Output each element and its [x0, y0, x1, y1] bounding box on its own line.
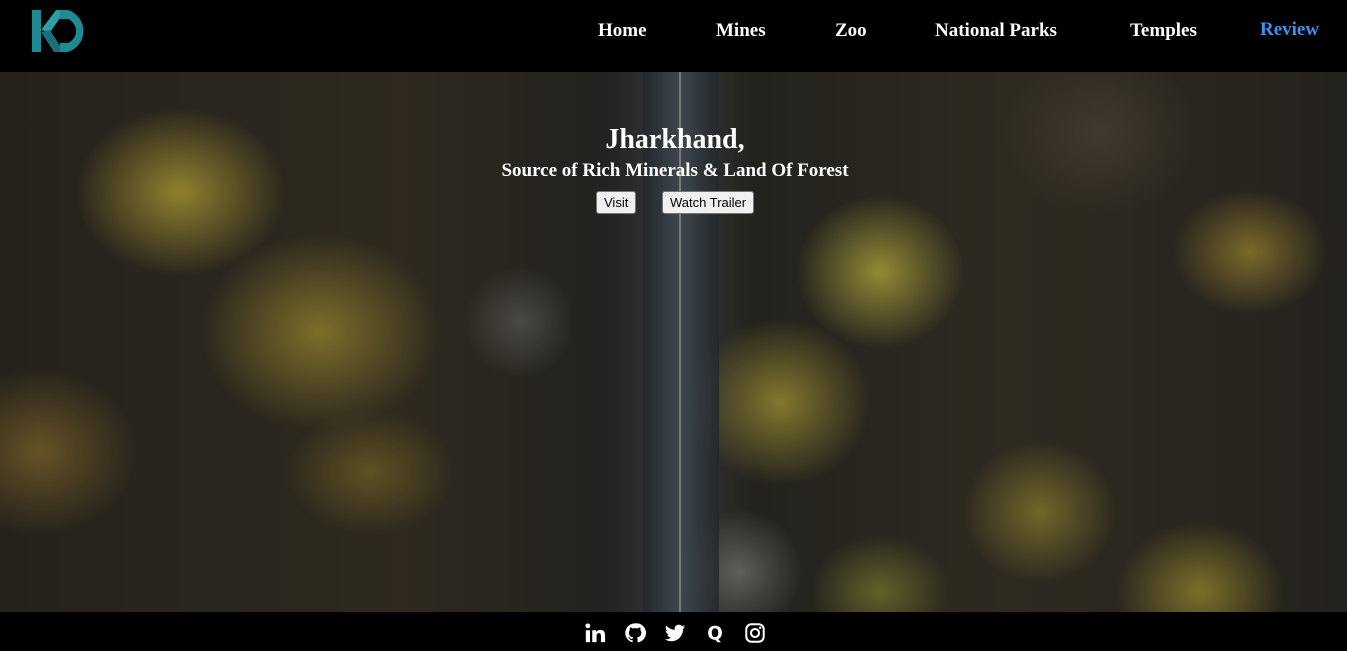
instagram-icon[interactable] [744, 622, 766, 644]
quora-icon[interactable]: Q [704, 622, 726, 644]
nav-home[interactable]: Home [598, 20, 647, 42]
kd-logo-icon[interactable] [30, 8, 92, 54]
nav-temples[interactable]: Temples [1130, 20, 1197, 42]
hero-section: Jharkhand, Source of Rich Minerals & Lan… [0, 72, 1347, 612]
nav-review[interactable]: Review [1260, 19, 1319, 41]
footer: Q [0, 612, 1347, 651]
watch-trailer-button[interactable]: Watch Trailer [662, 191, 755, 214]
top-navigation-bar: Home Mines Zoo National Parks Temples Re… [0, 0, 1347, 72]
nav-mines[interactable]: Mines [716, 20, 766, 42]
hero-subtitle: Source of Rich Minerals & Land Of Forest [501, 160, 849, 181]
nav-zoo[interactable]: Zoo [835, 20, 867, 42]
twitter-icon[interactable] [664, 622, 686, 644]
hero-title: Jharkhand, [605, 124, 745, 155]
svg-text:Q: Q [707, 623, 723, 644]
visit-button[interactable]: Visit [596, 191, 637, 214]
linkedin-icon[interactable] [584, 622, 606, 644]
nav-national-parks[interactable]: National Parks [935, 20, 1057, 42]
github-icon[interactable] [624, 622, 646, 644]
